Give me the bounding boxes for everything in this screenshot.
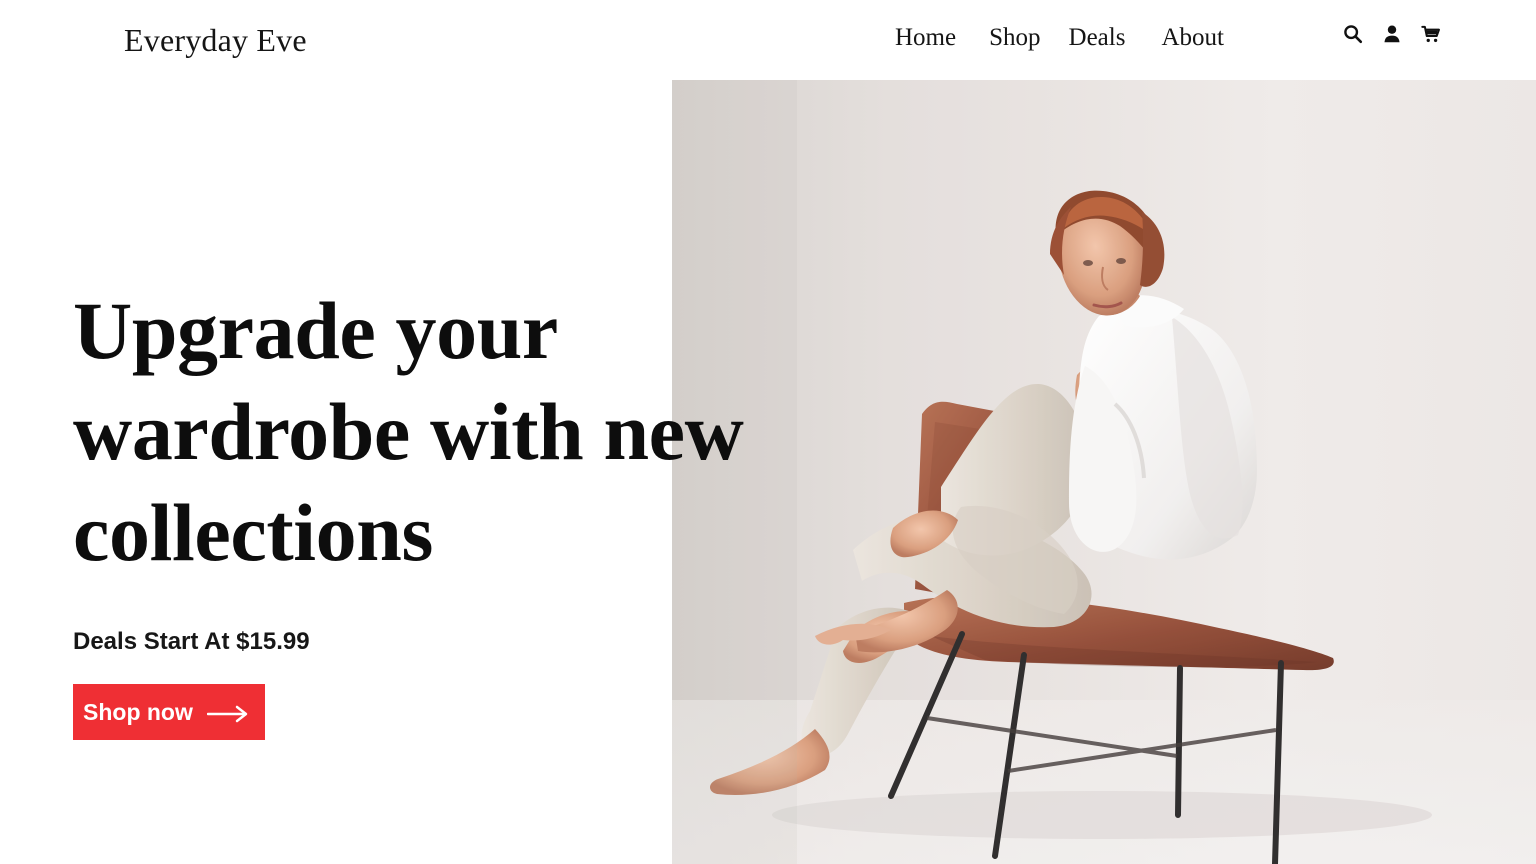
landing-page: Everyday Eve Home Shop Deals About Upgra…: [0, 0, 1536, 864]
main-navigation: Home Shop Deals About: [895, 20, 1224, 56]
hero-headline: Upgrade your wardrobe with new collectio…: [73, 280, 833, 583]
headline-line: Upgrade your: [73, 285, 558, 376]
brand-logo[interactable]: Everyday Eve: [124, 20, 307, 60]
nav-about-link[interactable]: About: [1161, 20, 1224, 56]
site-header: Everyday Eve Home Shop Deals About: [0, 0, 1536, 80]
user-icon[interactable]: [1380, 22, 1404, 46]
cart-icon[interactable]: [1419, 22, 1443, 46]
headline-line: collections: [73, 487, 433, 578]
shop-now-label: Shop now: [83, 699, 193, 725]
headline-line: wardrobe with new: [73, 386, 744, 477]
nav-home-link[interactable]: Home: [895, 20, 956, 56]
deal-price-text: Deals Start At $15.99: [73, 628, 310, 655]
hero-content: Upgrade your wardrobe with new collectio…: [73, 280, 833, 740]
search-icon[interactable]: [1341, 22, 1365, 46]
arrow-right-icon: [206, 702, 249, 723]
shop-now-button[interactable]: Shop now: [73, 684, 265, 740]
nav-deals-link[interactable]: Deals: [1069, 20, 1126, 56]
nav-shop-link[interactable]: Shop: [989, 20, 1040, 56]
header-actions: [1341, 22, 1443, 46]
